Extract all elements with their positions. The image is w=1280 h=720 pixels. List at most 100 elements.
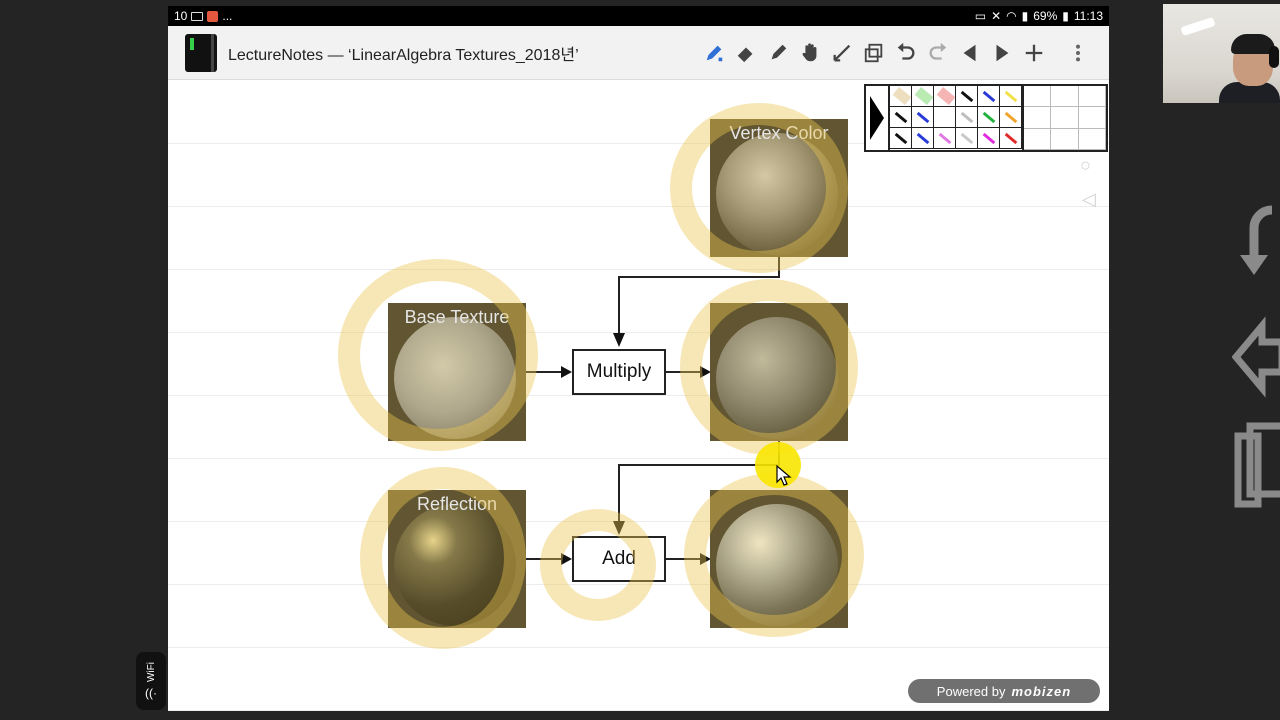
swatch-stroke <box>960 111 974 124</box>
swatch-stroke <box>982 90 996 103</box>
wifi-signal-icon: ((· <box>145 686 157 700</box>
pen-icon <box>706 45 723 62</box>
ghost-back-icon: ◁ <box>1082 189 1096 209</box>
palette-swatch[interactable] <box>934 128 956 149</box>
palette-swatch[interactable] <box>1000 86 1022 107</box>
undo-icon <box>897 42 915 60</box>
highlight-ring-add <box>540 509 656 621</box>
swatch-stroke <box>982 111 996 124</box>
redo-button[interactable] <box>922 37 954 69</box>
swatch-stroke <box>1004 90 1018 103</box>
wifi-connection-badge: WiFi ((· <box>136 652 166 710</box>
swatch-stroke <box>892 87 912 105</box>
powered-by-badge: Powered by mobizen <box>908 679 1100 703</box>
add-page-icon <box>1025 44 1043 62</box>
swatch-stroke <box>982 132 996 145</box>
notification-icon <box>191 11 204 21</box>
diagram-arrows <box>526 254 780 565</box>
mute-icon: ✕ <box>991 9 1002 23</box>
mouse-pointer-icon <box>776 465 792 486</box>
document-title: LectureNotes — ‘LinearAlgebra Textures_2… <box>228 46 579 64</box>
palette-swatch[interactable] <box>890 86 912 107</box>
note-canvas[interactable]: Vertex Color Base Texture Reflection Mul… <box>168 81 1109 711</box>
next-page-button[interactable] <box>986 37 1018 69</box>
next-page-icon <box>996 44 1009 62</box>
palette-swatch[interactable] <box>912 86 934 107</box>
toolbar <box>698 26 1094 80</box>
pen-color-palette <box>864 84 1108 152</box>
palette-swatch[interactable] <box>890 107 912 128</box>
eraser-icon <box>737 47 753 63</box>
wifi-badge-label: WiFi <box>145 662 157 682</box>
status-bar: 10 ... ▭ ✕ ◠ ▮ 69% ▮ 11:13 <box>168 6 1109 26</box>
copy-button[interactable] <box>858 37 890 69</box>
swatch-stroke <box>960 132 974 145</box>
eraser-tool-button[interactable] <box>730 37 762 69</box>
palette-swatch[interactable] <box>1000 107 1022 128</box>
status-more: ... <box>222 9 233 23</box>
prev-page-button[interactable] <box>954 37 986 69</box>
wifi-icon: ◠ <box>1006 9 1017 23</box>
hand-icon <box>802 43 817 62</box>
swatch-stroke <box>1004 111 1018 124</box>
swatch-stroke <box>938 111 952 124</box>
signal-icon: ▮ <box>1021 9 1029 23</box>
app-logo-icon[interactable] <box>185 33 217 72</box>
palette-swatch[interactable] <box>912 107 934 128</box>
battery-percent: 69% <box>1033 9 1058 23</box>
line-tool-button[interactable] <box>826 37 858 69</box>
overflow-menu-icon <box>1075 44 1081 62</box>
highlight-ring-vertex <box>670 103 848 273</box>
swatch-stroke <box>894 111 908 124</box>
marker-tool-button[interactable] <box>762 37 794 69</box>
palette-extra-options <box>1022 86 1106 150</box>
swatch-stroke <box>916 111 930 124</box>
app-notification-icon <box>207 10 219 22</box>
cast-icon: ▭ <box>974 9 987 23</box>
highlight-ring-add-result <box>684 473 864 637</box>
palette-swatch[interactable] <box>912 128 934 149</box>
webcam-overlay <box>1163 4 1280 103</box>
palette-swatch[interactable] <box>934 107 956 128</box>
swatch-stroke <box>936 87 956 105</box>
swatch-stroke <box>916 132 930 145</box>
palette-swatch[interactable] <box>956 86 978 107</box>
battery-icon: ▮ <box>1062 9 1069 23</box>
swatch-stroke <box>914 87 934 105</box>
rotate-icon <box>1240 205 1273 275</box>
nav-overview-button[interactable] <box>1232 418 1280 513</box>
status-time-left: 10 <box>174 9 188 23</box>
status-clock: 11:13 <box>1073 9 1103 23</box>
overflow-menu-button[interactable] <box>1062 37 1094 69</box>
undo-button[interactable] <box>890 37 922 69</box>
nav-recent-up-button[interactable] <box>1232 200 1280 295</box>
hand-tool-button[interactable] <box>794 37 826 69</box>
overview-icon <box>1234 422 1280 508</box>
palette-swatch[interactable] <box>978 128 1000 149</box>
palette-swatch[interactable] <box>1000 128 1022 149</box>
copy-icon <box>864 43 883 63</box>
palette-swatch[interactable] <box>956 107 978 128</box>
pen-tool-button[interactable] <box>698 37 730 69</box>
palette-swatches <box>890 86 1022 150</box>
palette-swatch[interactable] <box>956 128 978 149</box>
marker-icon <box>771 44 787 60</box>
palette-swatch[interactable] <box>890 128 912 149</box>
swatch-stroke <box>938 132 952 145</box>
add-page-button[interactable] <box>1018 37 1050 69</box>
highlight-ring-base <box>338 259 538 451</box>
mobizen-brand: mobizen <box>1011 683 1072 699</box>
nav-back-button[interactable] <box>1231 312 1280 407</box>
palette-swatch[interactable] <box>934 86 956 107</box>
back-arrow-icon <box>1231 316 1280 398</box>
palette-swatch[interactable] <box>978 107 1000 128</box>
redo-icon <box>929 42 947 60</box>
tablet-screen: 10 ... ▭ ✕ ◠ ▮ 69% ▮ 11:13 LectureNotes … <box>168 6 1109 711</box>
multiply-node: Multiply <box>572 349 666 395</box>
app-bar: LectureNotes — ‘LinearAlgebra Textures_2… <box>168 26 1109 80</box>
palette-swatch[interactable] <box>978 86 1000 107</box>
palette-collapse-button[interactable] <box>866 86 890 150</box>
swatch-stroke <box>1004 132 1018 145</box>
prev-page-icon <box>963 44 976 62</box>
highlight-ring-reflection <box>360 467 526 649</box>
